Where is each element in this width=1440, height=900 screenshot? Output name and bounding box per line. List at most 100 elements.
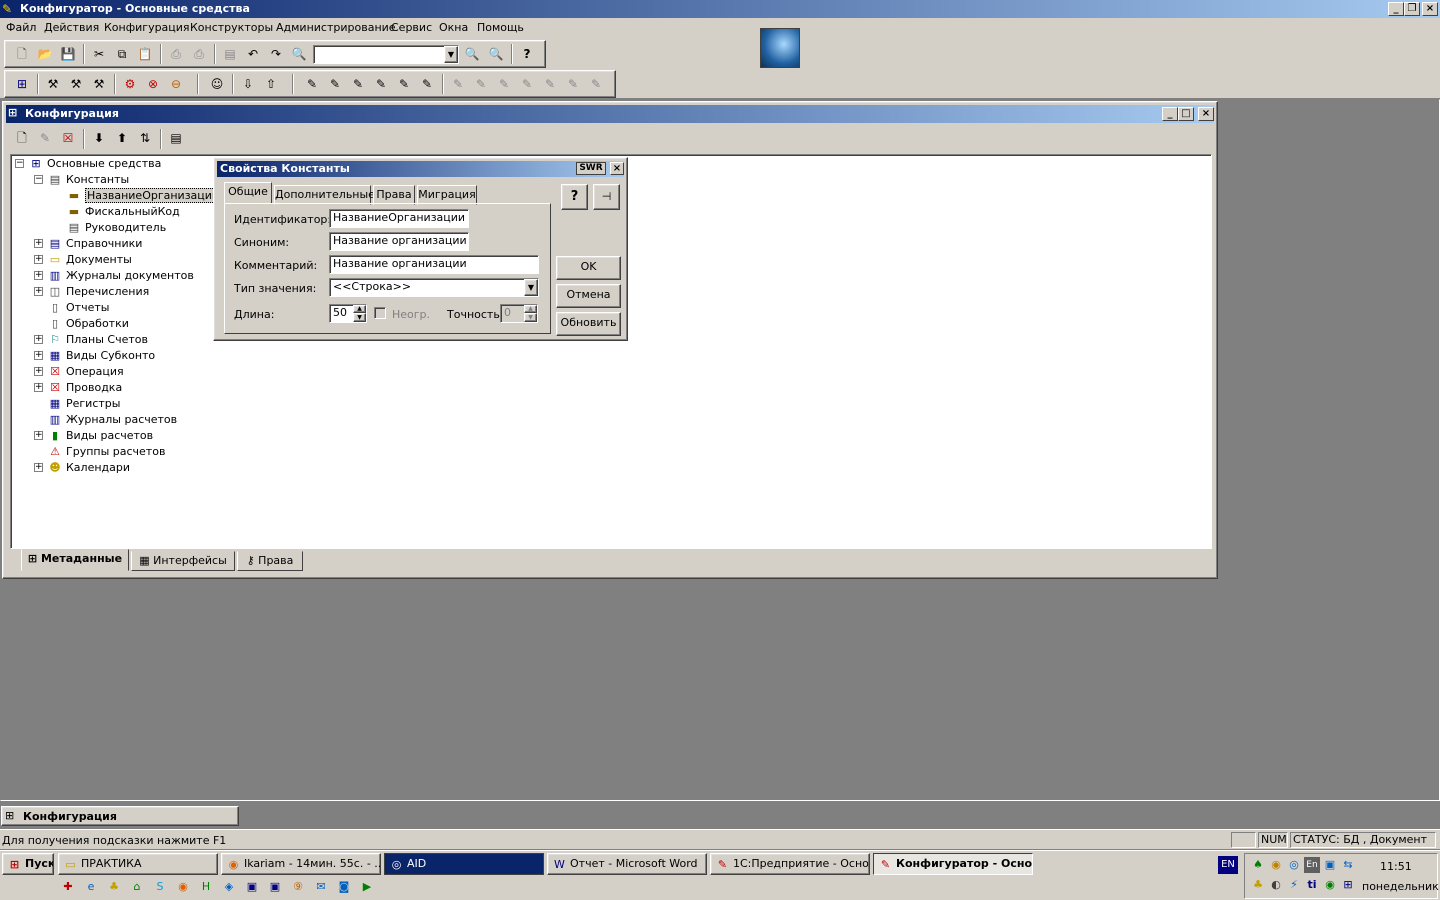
quicklaunch-app-icon[interactable]: ✉	[313, 879, 329, 895]
config-minimize-button[interactable]: _	[1162, 107, 1178, 121]
constructor-icon[interactable]: ✎	[303, 75, 321, 93]
taskbar-item-aid[interactable]: ◎ AID	[384, 853, 544, 875]
menu-file[interactable]: Файл	[6, 21, 36, 34]
new-item-icon[interactable]: 🗋	[13, 129, 31, 147]
menu-help[interactable]: Помощь	[477, 21, 524, 34]
tree-item[interactable]: ◫ Перечисления	[47, 284, 149, 300]
constructor-disabled-icon[interactable]: ✎	[541, 75, 559, 93]
tray-icon[interactable]: ♠	[1250, 857, 1266, 873]
move-up-icon[interactable]: ⬆	[113, 129, 131, 147]
minimized-config-window[interactable]: ⊞ Конфигурация	[1, 806, 239, 826]
length-stepper[interactable]: 50 ▲ ▼	[329, 304, 367, 323]
tab-interfaces[interactable]: ▦ Интерфейсы	[131, 551, 235, 571]
tree-item[interactable]: ▮ Виды расчетов	[47, 428, 153, 444]
properties-icon[interactable]: ▤	[221, 45, 239, 63]
config-tree-icon[interactable]: ⊞	[13, 75, 31, 93]
record-icon[interactable]: ⊖	[167, 75, 185, 93]
identifier-input[interactable]: НазваниеОрганизации	[329, 209, 469, 228]
tray-icon[interactable]: ⚡	[1286, 877, 1302, 893]
tree-item[interactable]: ☒ Операция	[47, 364, 124, 380]
redo-icon[interactable]: ↷	[267, 45, 285, 63]
edit-item-icon[interactable]: ✎	[36, 129, 54, 147]
tree-item[interactable]: ▤ Руководитель	[66, 220, 166, 236]
find-prev-icon[interactable]: 🔍	[487, 45, 505, 63]
quicklaunch-plus-icon[interactable]: ✚	[60, 879, 76, 895]
quicklaunch-skype-icon[interactable]: S	[152, 879, 168, 895]
constructor-disabled-icon[interactable]: ✎	[587, 75, 605, 93]
constructor-icon[interactable]: ✎	[418, 75, 436, 93]
taskbar-item-praktika[interactable]: ▭ ПРАКТИКА	[58, 853, 218, 875]
tree-expander[interactable]: −	[34, 175, 43, 184]
tree-expander[interactable]: +	[34, 431, 43, 440]
tree-item[interactable]: ▭ Документы	[47, 252, 132, 268]
quicklaunch-app-icon[interactable]: ⑨	[290, 879, 306, 895]
tree-item[interactable]: ☻ Календари	[47, 460, 130, 476]
quicklaunch-app-icon[interactable]: H	[198, 879, 214, 895]
quicklaunch-media-icon[interactable]: ▶	[359, 879, 375, 895]
chevron-down-icon[interactable]: ▼	[444, 46, 458, 63]
quicklaunch-ie-icon[interactable]: e	[83, 879, 99, 895]
tree-item[interactable]: ⊞ Основные средства	[28, 156, 161, 172]
menu-administration[interactable]: Администрирование	[276, 21, 396, 34]
help-button[interactable]: ?	[561, 184, 588, 210]
restore-button[interactable]: ❐	[1404, 2, 1420, 16]
constructor-disabled-icon[interactable]: ✎	[449, 75, 467, 93]
tree-item[interactable]: ▥ Журналы документов	[47, 268, 194, 284]
quicklaunch-network-icon[interactable]: ⌂	[129, 879, 145, 895]
clock-time[interactable]: 11:51	[1380, 860, 1412, 873]
debug-icon[interactable]: ⚙	[121, 75, 139, 93]
pin-button[interactable]: ⊣	[593, 184, 620, 210]
menu-actions[interactable]: Действия	[44, 21, 99, 34]
quicklaunch-app-icon[interactable]: ◈	[221, 879, 237, 895]
dialog-swr-buttons[interactable]: SWR	[576, 162, 606, 175]
save-config-icon[interactable]: ⇧	[262, 75, 280, 93]
comment-input[interactable]: Название организации	[329, 255, 539, 274]
ok-button[interactable]: OK	[556, 256, 621, 280]
find-binoculars-icon[interactable]: 🔍	[290, 45, 308, 63]
dialog-close-button[interactable]: ×	[610, 162, 624, 175]
constructor-disabled-icon[interactable]: ✎	[518, 75, 536, 93]
tray-icon[interactable]: ⊞	[1340, 877, 1356, 893]
constructor-icon[interactable]: ✎	[326, 75, 344, 93]
unlimited-checkbox[interactable]	[374, 307, 386, 319]
tree-expander[interactable]: +	[34, 463, 43, 472]
tree-item[interactable]: ▬ ФискальныйКод	[66, 204, 180, 220]
type-select[interactable]: <<Строка>> ▼	[329, 278, 539, 297]
tray-icon[interactable]: ◉	[1322, 877, 1338, 893]
help-context-icon[interactable]: ?	[518, 45, 536, 63]
tree-expander[interactable]: +	[34, 383, 43, 392]
dialog-tab-additional[interactable]: Дополнительные	[274, 185, 375, 205]
stop-icon[interactable]: ⊗	[144, 75, 162, 93]
dialog-tab-general[interactable]: Общие	[224, 182, 272, 204]
user-tool-icon[interactable]: ⚒	[44, 75, 62, 93]
move-down-icon[interactable]: ⬇	[90, 129, 108, 147]
constructor-disabled-icon[interactable]: ✎	[472, 75, 490, 93]
quicklaunch-app-icon[interactable]: ◙	[336, 879, 352, 895]
tree-item[interactable]: ▬ НазваниеОрганизации	[66, 188, 222, 204]
start-button[interactable]: ⊞ Пуск	[2, 853, 54, 875]
quicklaunch-firefox-icon[interactable]: ◉	[175, 879, 191, 895]
print-preview-icon[interactable]: ⎙	[190, 45, 208, 63]
sort-icon[interactable]: ⇅	[136, 129, 154, 147]
tab-metadata[interactable]: ⊞ Метаданные	[21, 549, 129, 571]
tray-en-icon[interactable]: En	[1304, 857, 1320, 873]
tree-expander[interactable]: +	[34, 271, 43, 280]
description-icon[interactable]: ▤	[167, 129, 185, 147]
tree-item[interactable]: ▥ Журналы расчетов	[47, 412, 177, 428]
config-maximize-button[interactable]: □	[1178, 107, 1194, 121]
paste-icon[interactable]: 📋	[136, 45, 154, 63]
spin-up-icon[interactable]: ▲	[524, 305, 537, 313]
monitor-user-icon[interactable]: ☺	[208, 75, 226, 93]
taskbar-item-ikariam[interactable]: ◉ Ikariam - 14мин. 55с. - ...	[221, 853, 381, 875]
dialog-tab-rights[interactable]: Права	[373, 185, 415, 205]
minimize-button[interactable]: _	[1388, 2, 1404, 16]
search-combobox[interactable]: ▼	[313, 45, 459, 64]
tray-icon[interactable]: ◐	[1268, 877, 1284, 893]
synonym-input[interactable]: Название организации	[329, 232, 469, 251]
language-indicator[interactable]: EN	[1218, 856, 1238, 874]
tree-expander[interactable]: +	[34, 239, 43, 248]
tray-network-icon[interactable]: ⇆	[1340, 857, 1356, 873]
menu-configuration[interactable]: Конфигурация	[104, 21, 190, 34]
tree-expander[interactable]: +	[34, 335, 43, 344]
spin-up-icon[interactable]: ▲	[353, 305, 366, 313]
